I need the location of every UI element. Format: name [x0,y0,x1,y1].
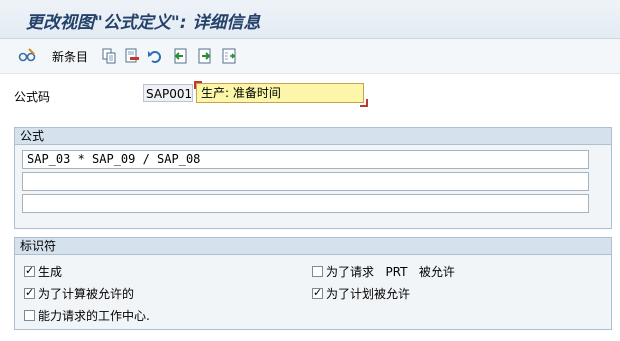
formula-code-field: SAP001 [143,84,193,102]
formula-line-2-input[interactable] [22,172,589,191]
checkbox-capacity-requirements[interactable]: 能力请求的工作中心. [24,307,150,324]
next-entry-button[interactable] [197,47,213,65]
delete-icon [124,48,140,64]
formula-group: 公式 SAP_03 * SAP_09 / SAP_08 [14,127,612,229]
previous-entry-button[interactable] [172,47,188,65]
formula-line-3-input[interactable] [22,194,589,213]
checkbox-capacity-requirements-box[interactable] [24,310,35,321]
checkbox-allowed-for-calculation-box[interactable] [24,286,35,299]
formula-name-input[interactable]: 生产: 准备时间 [196,83,364,103]
checkbox-generate[interactable]: 生成 [24,263,62,280]
select-icon [221,48,237,64]
checkbox-allowed-for-prt-box[interactable] [312,266,323,277]
checkbox-allowed-for-calculation-label: 为了计算被允许的 [38,287,135,301]
undo-button[interactable] [147,47,163,65]
new-entries-button[interactable]: 新条目 [52,47,88,65]
formula-group-title: 公式 [15,128,611,145]
display-change-button[interactable] [18,47,36,65]
select-button[interactable] [221,47,237,65]
previous-entry-icon [172,48,188,64]
application-toolbar: 新条目 [0,39,620,74]
edit-glasses-icon [18,48,36,64]
checkbox-allowed-for-scheduling-label: 为了计划被允许 [326,287,411,301]
checkbox-allowed-for-prt[interactable]: 为了请求 PRT 被允许 [312,263,455,280]
undo-icon [147,48,163,64]
checkbox-generate-box[interactable] [24,264,35,277]
new-entries-label: 新条目 [52,49,89,64]
indicator-group-title: 标识符 [15,238,611,255]
checkbox-allowed-for-scheduling-box[interactable] [312,286,323,299]
checkbox-capacity-requirements-label: 能力请求的工作中心. [38,309,150,323]
checkbox-allowed-for-scheduling[interactable]: 为了计划被允许 [312,285,410,302]
copy-icon [101,48,117,64]
title-bar: 更改视图"公式定义": 详细信息 [0,0,620,39]
formula-code-label: 公式码 [14,90,51,104]
formula-line-1-input[interactable]: SAP_03 * SAP_09 / SAP_08 [22,150,589,169]
checkbox-generate-label: 生成 [38,265,63,279]
next-entry-icon [197,48,213,64]
indicator-group: 标识符 生成 为了计算被允许的 能力请求的工作中心. 为了请求 PRT 被允许 … [14,237,612,330]
checkbox-allowed-for-calculation[interactable]: 为了计算被允许的 [24,285,134,302]
checkbox-allowed-for-prt-label: 为了请求 PRT 被允许 [326,265,455,279]
window-title: 更改视图"公式定义": 详细信息 [26,13,261,33]
delete-button[interactable] [124,47,140,65]
copy-button[interactable] [101,47,117,65]
required-marker [360,99,368,107]
